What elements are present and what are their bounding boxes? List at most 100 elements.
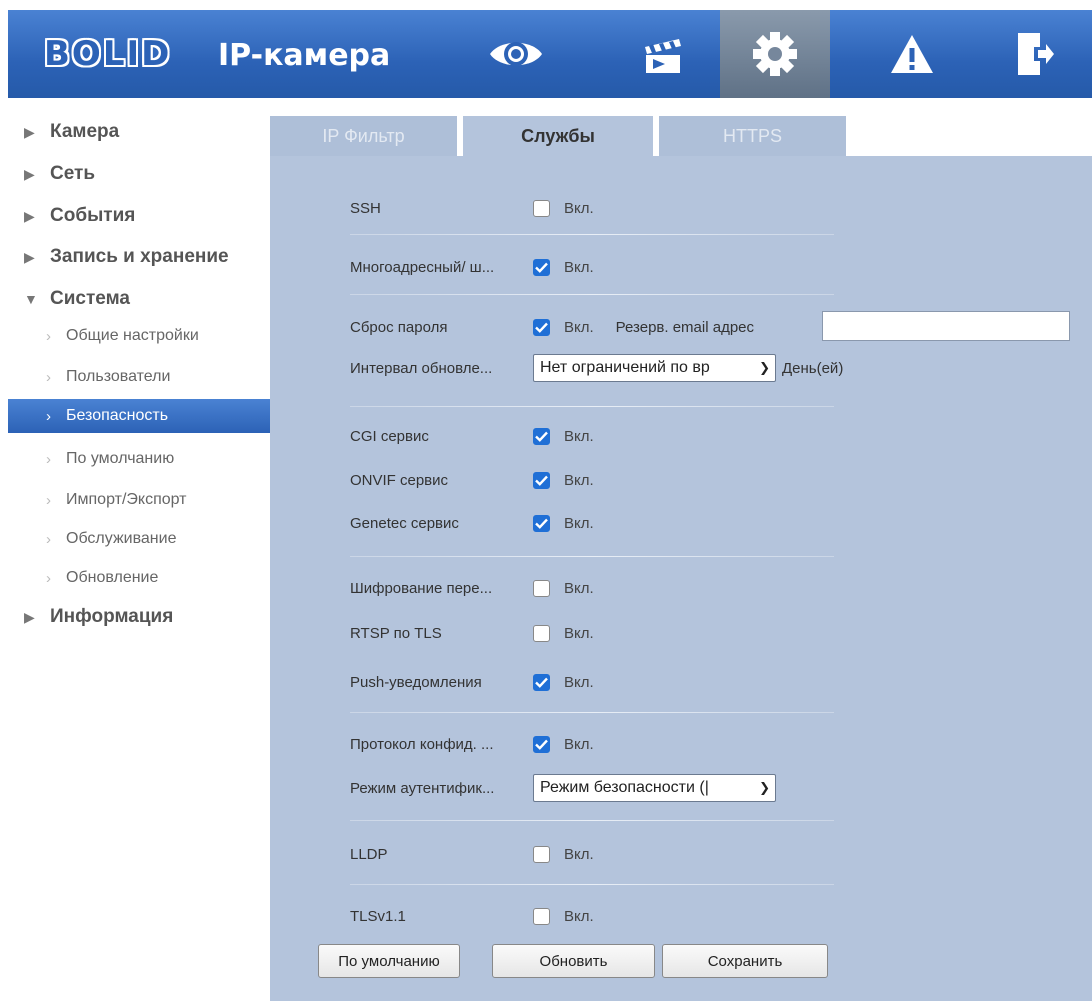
on-label: Вкл. bbox=[564, 845, 594, 863]
backup-email-input[interactable] bbox=[822, 311, 1070, 341]
triangle-right-icon: ▶ bbox=[24, 248, 35, 265]
on-label: Вкл. bbox=[564, 579, 594, 597]
on-label: Вкл. bbox=[564, 199, 594, 217]
sidebar-sub-label: Обслуживание bbox=[66, 530, 177, 547]
divider bbox=[350, 234, 834, 235]
update-interval-unit: День(ей) bbox=[782, 359, 844, 377]
auth-mode-label: Режим аутентифик... bbox=[350, 779, 495, 797]
sidebar-sub-upgrade[interactable]: › Обновление bbox=[8, 561, 270, 595]
exit-door-icon bbox=[1018, 33, 1054, 75]
sidebar-item-storage[interactable]: ▶ Запись и хранение bbox=[24, 242, 229, 272]
reset-password-row: Сброс пароля Вкл. Резерв. email адрес bbox=[350, 313, 754, 341]
onvif-checkbox[interactable] bbox=[533, 471, 550, 489]
sidebar-item-system[interactable]: ▼ Система bbox=[24, 284, 130, 314]
checkmark-icon bbox=[535, 739, 548, 750]
sidebar-sub-maintenance[interactable]: › Обслуживание bbox=[8, 522, 270, 556]
checkmark-icon bbox=[535, 431, 548, 442]
divider bbox=[350, 556, 834, 557]
bolid-logo: BOLID bbox=[38, 34, 177, 74]
divider bbox=[350, 884, 834, 885]
update-interval-label: Интервал обновле... bbox=[350, 359, 493, 377]
auth-mode-row: Режим аутентифик... Режим безопасности (… bbox=[350, 774, 776, 802]
sidebar-sub-security[interactable]: › Безопасность bbox=[8, 399, 270, 433]
triangle-right-icon: ▶ bbox=[24, 608, 35, 625]
tls11-row: TLSv1.1 Вкл. bbox=[350, 902, 594, 930]
sidebar-item-label: Запись и хранение bbox=[50, 246, 229, 267]
on-label: Вкл. bbox=[564, 427, 594, 445]
triangle-right-icon: ▶ bbox=[24, 207, 35, 224]
onvif-label: ONVIF сервис bbox=[350, 471, 449, 489]
update-interval-row: Интервал обновле... Нет ограничений по в… bbox=[350, 354, 843, 382]
reset-password-checkbox[interactable] bbox=[533, 318, 550, 336]
sidebar-sub-general[interactable]: › Общие настройки bbox=[8, 319, 270, 353]
on-label: Вкл. bbox=[564, 258, 594, 276]
sidebar-item-label: Система bbox=[50, 288, 130, 309]
rtsp-tls-checkbox[interactable] bbox=[533, 624, 550, 642]
sidebar-sub-import-export[interactable]: › Импорт/Экспорт bbox=[8, 483, 270, 517]
auth-mode-value: Режим безопасности (| bbox=[540, 779, 709, 796]
reset-password-label: Сброс пароля bbox=[350, 318, 448, 336]
auth-mode-select[interactable]: Режим безопасности (| ❯ bbox=[533, 774, 776, 802]
update-interval-value: Нет ограничений по вр bbox=[540, 359, 710, 376]
app-title: IP-камера bbox=[218, 38, 391, 73]
cgi-checkbox[interactable] bbox=[533, 427, 550, 445]
nav-logout-button[interactable] bbox=[986, 10, 1082, 98]
ssh-checkbox[interactable] bbox=[533, 199, 550, 217]
on-label: Вкл. bbox=[564, 673, 594, 691]
refresh-button[interactable]: Обновить bbox=[492, 944, 655, 978]
privacy-label: Протокол конфид. ... bbox=[350, 735, 494, 753]
on-label: Вкл. bbox=[564, 318, 594, 336]
checkmark-icon bbox=[535, 475, 548, 486]
triangle-right-icon: ▶ bbox=[24, 123, 35, 140]
on-label: Вкл. bbox=[564, 514, 594, 532]
checkmark-icon bbox=[535, 677, 548, 688]
genetec-checkbox[interactable] bbox=[533, 514, 550, 532]
tab-ip-filter[interactable]: IP Фильтр bbox=[270, 116, 457, 156]
triangle-down-icon: ▼ bbox=[24, 291, 38, 307]
rtsp-tls-label: RTSP по TLS bbox=[350, 624, 442, 642]
default-button[interactable]: По умолчанию bbox=[318, 944, 460, 978]
tab-services[interactable]: Службы bbox=[463, 116, 653, 156]
push-label: Push-уведомления bbox=[350, 673, 482, 691]
push-checkbox[interactable] bbox=[533, 673, 550, 691]
divider bbox=[350, 294, 834, 295]
update-interval-select[interactable]: Нет ограничений по вр ❯ bbox=[533, 354, 776, 382]
checkmark-icon bbox=[535, 322, 548, 333]
encryption-checkbox[interactable] bbox=[533, 579, 550, 597]
nav-alarm-button[interactable] bbox=[864, 10, 960, 98]
on-label: Вкл. bbox=[564, 471, 594, 489]
lldp-row: LLDP Вкл. bbox=[350, 840, 594, 868]
sidebar-item-label: Информация bbox=[50, 606, 174, 627]
sidebar-item-label: Сеть bbox=[50, 163, 96, 184]
divider bbox=[350, 712, 834, 713]
privacy-row: Протокол конфид. ... Вкл. bbox=[350, 730, 594, 758]
on-label: Вкл. bbox=[564, 735, 594, 753]
chevron-right-icon: › bbox=[46, 530, 51, 548]
top-header: BOLID IP-камера bbox=[8, 10, 1092, 98]
nav-live-view-button[interactable] bbox=[468, 10, 564, 98]
sidebar-sub-default[interactable]: › По умолчанию bbox=[8, 442, 270, 476]
save-button[interactable]: Сохранить bbox=[662, 944, 828, 978]
backup-email-label: Резерв. email адрес bbox=[615, 318, 755, 336]
nav-settings-button[interactable] bbox=[720, 10, 830, 98]
sidebar-item-info[interactable]: ▶ Информация bbox=[24, 602, 173, 632]
privacy-checkbox[interactable] bbox=[533, 735, 550, 753]
sidebar-item-events[interactable]: ▶ События bbox=[24, 201, 135, 231]
tab-https[interactable]: HTTPS bbox=[659, 116, 846, 156]
sidebar-item-camera[interactable]: ▶ Камера bbox=[24, 117, 119, 147]
ssh-row: SSH Вкл. bbox=[350, 194, 594, 222]
sidebar-item-network[interactable]: ▶ Сеть bbox=[24, 159, 95, 189]
clapperboard-icon bbox=[645, 39, 681, 73]
lldp-checkbox[interactable] bbox=[533, 845, 550, 863]
sidebar-sub-label: Обновление bbox=[66, 569, 159, 586]
nav-playback-button[interactable] bbox=[614, 10, 710, 98]
sidebar-sub-users[interactable]: › Пользователи bbox=[8, 360, 270, 394]
tls11-checkbox[interactable] bbox=[533, 907, 550, 925]
multicast-checkbox[interactable] bbox=[533, 258, 550, 276]
triangle-right-icon: ▶ bbox=[24, 165, 35, 182]
divider bbox=[350, 406, 834, 407]
chevron-down-icon: ❯ bbox=[757, 780, 770, 796]
chevron-right-icon: › bbox=[46, 368, 51, 386]
genetec-row: Genetec сервис Вкл. bbox=[350, 509, 594, 537]
push-row: Push-уведомления Вкл. bbox=[350, 668, 594, 696]
